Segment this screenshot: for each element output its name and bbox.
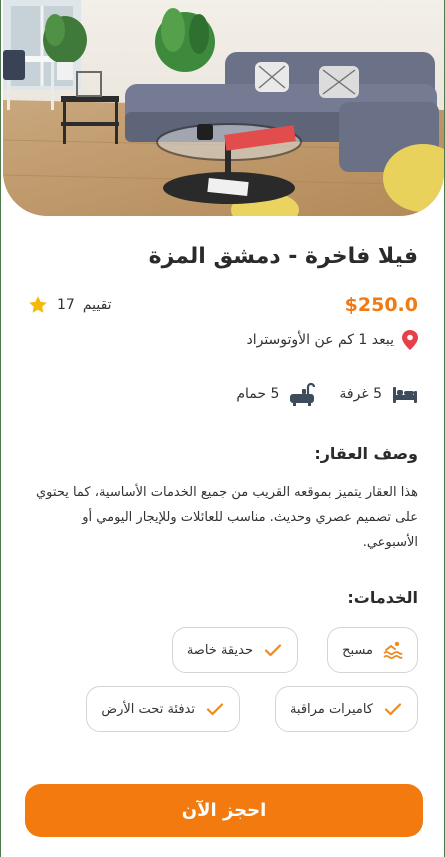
property-features: 5 غرفة 5 حمام: [236, 382, 418, 406]
bed-icon: [393, 387, 417, 403]
property-details-screen: فيلا فاخرة - دمشق المزة $250.0 تقييم 17 …: [0, 0, 445, 857]
description-text: هذا العقار يتميز بموقعه القريب من جميع ا…: [36, 485, 418, 550]
baths-feature: 5 حمام: [236, 382, 316, 406]
bathtub-icon: [290, 382, 316, 406]
property-photo: [3, 0, 444, 216]
service-chip-floor-heating: تدفئة تحت الأرض: [86, 686, 240, 732]
service-label: كاميرات مراقبة: [289, 701, 373, 717]
location-text: يبعد 1 كم عن الأوتوستراد: [246, 332, 394, 348]
rating: تقييم 17: [27, 294, 112, 316]
pool-icon: [383, 641, 403, 660]
check-icon: [206, 703, 224, 716]
book-now-button[interactable]: احجز الآن: [25, 784, 423, 837]
check-icon: [264, 644, 282, 657]
check-icon: [384, 703, 402, 716]
service-label: مسبح: [342, 642, 373, 658]
service-chip-private-garden: حديقة خاصة: [171, 627, 298, 673]
rooms-feature: 5 غرفة: [339, 382, 418, 406]
service-chip-pool: مسبح: [327, 627, 418, 673]
rooms-count: 5 غرفة: [339, 386, 382, 402]
rating-label: تقييم: [82, 297, 112, 313]
service-chip-cameras: كاميرات مراقبة: [274, 686, 418, 732]
service-label: حديقة خاصة: [186, 642, 253, 658]
location-pin-icon: [402, 330, 418, 350]
service-label: تدفئة تحت الأرض: [101, 701, 195, 717]
rating-count: 17: [57, 297, 75, 313]
property-location: يبعد 1 كم عن الأوتوستراد: [246, 330, 418, 350]
property-title: فيلا فاخرة - دمشق المزة: [148, 244, 418, 269]
star-icon: [29, 296, 47, 313]
services-heading: الخدمات:: [347, 588, 418, 607]
baths-count: 5 حمام: [236, 386, 280, 402]
description-heading: وصف العقار:: [314, 444, 418, 463]
property-price: $250.0: [344, 294, 418, 316]
